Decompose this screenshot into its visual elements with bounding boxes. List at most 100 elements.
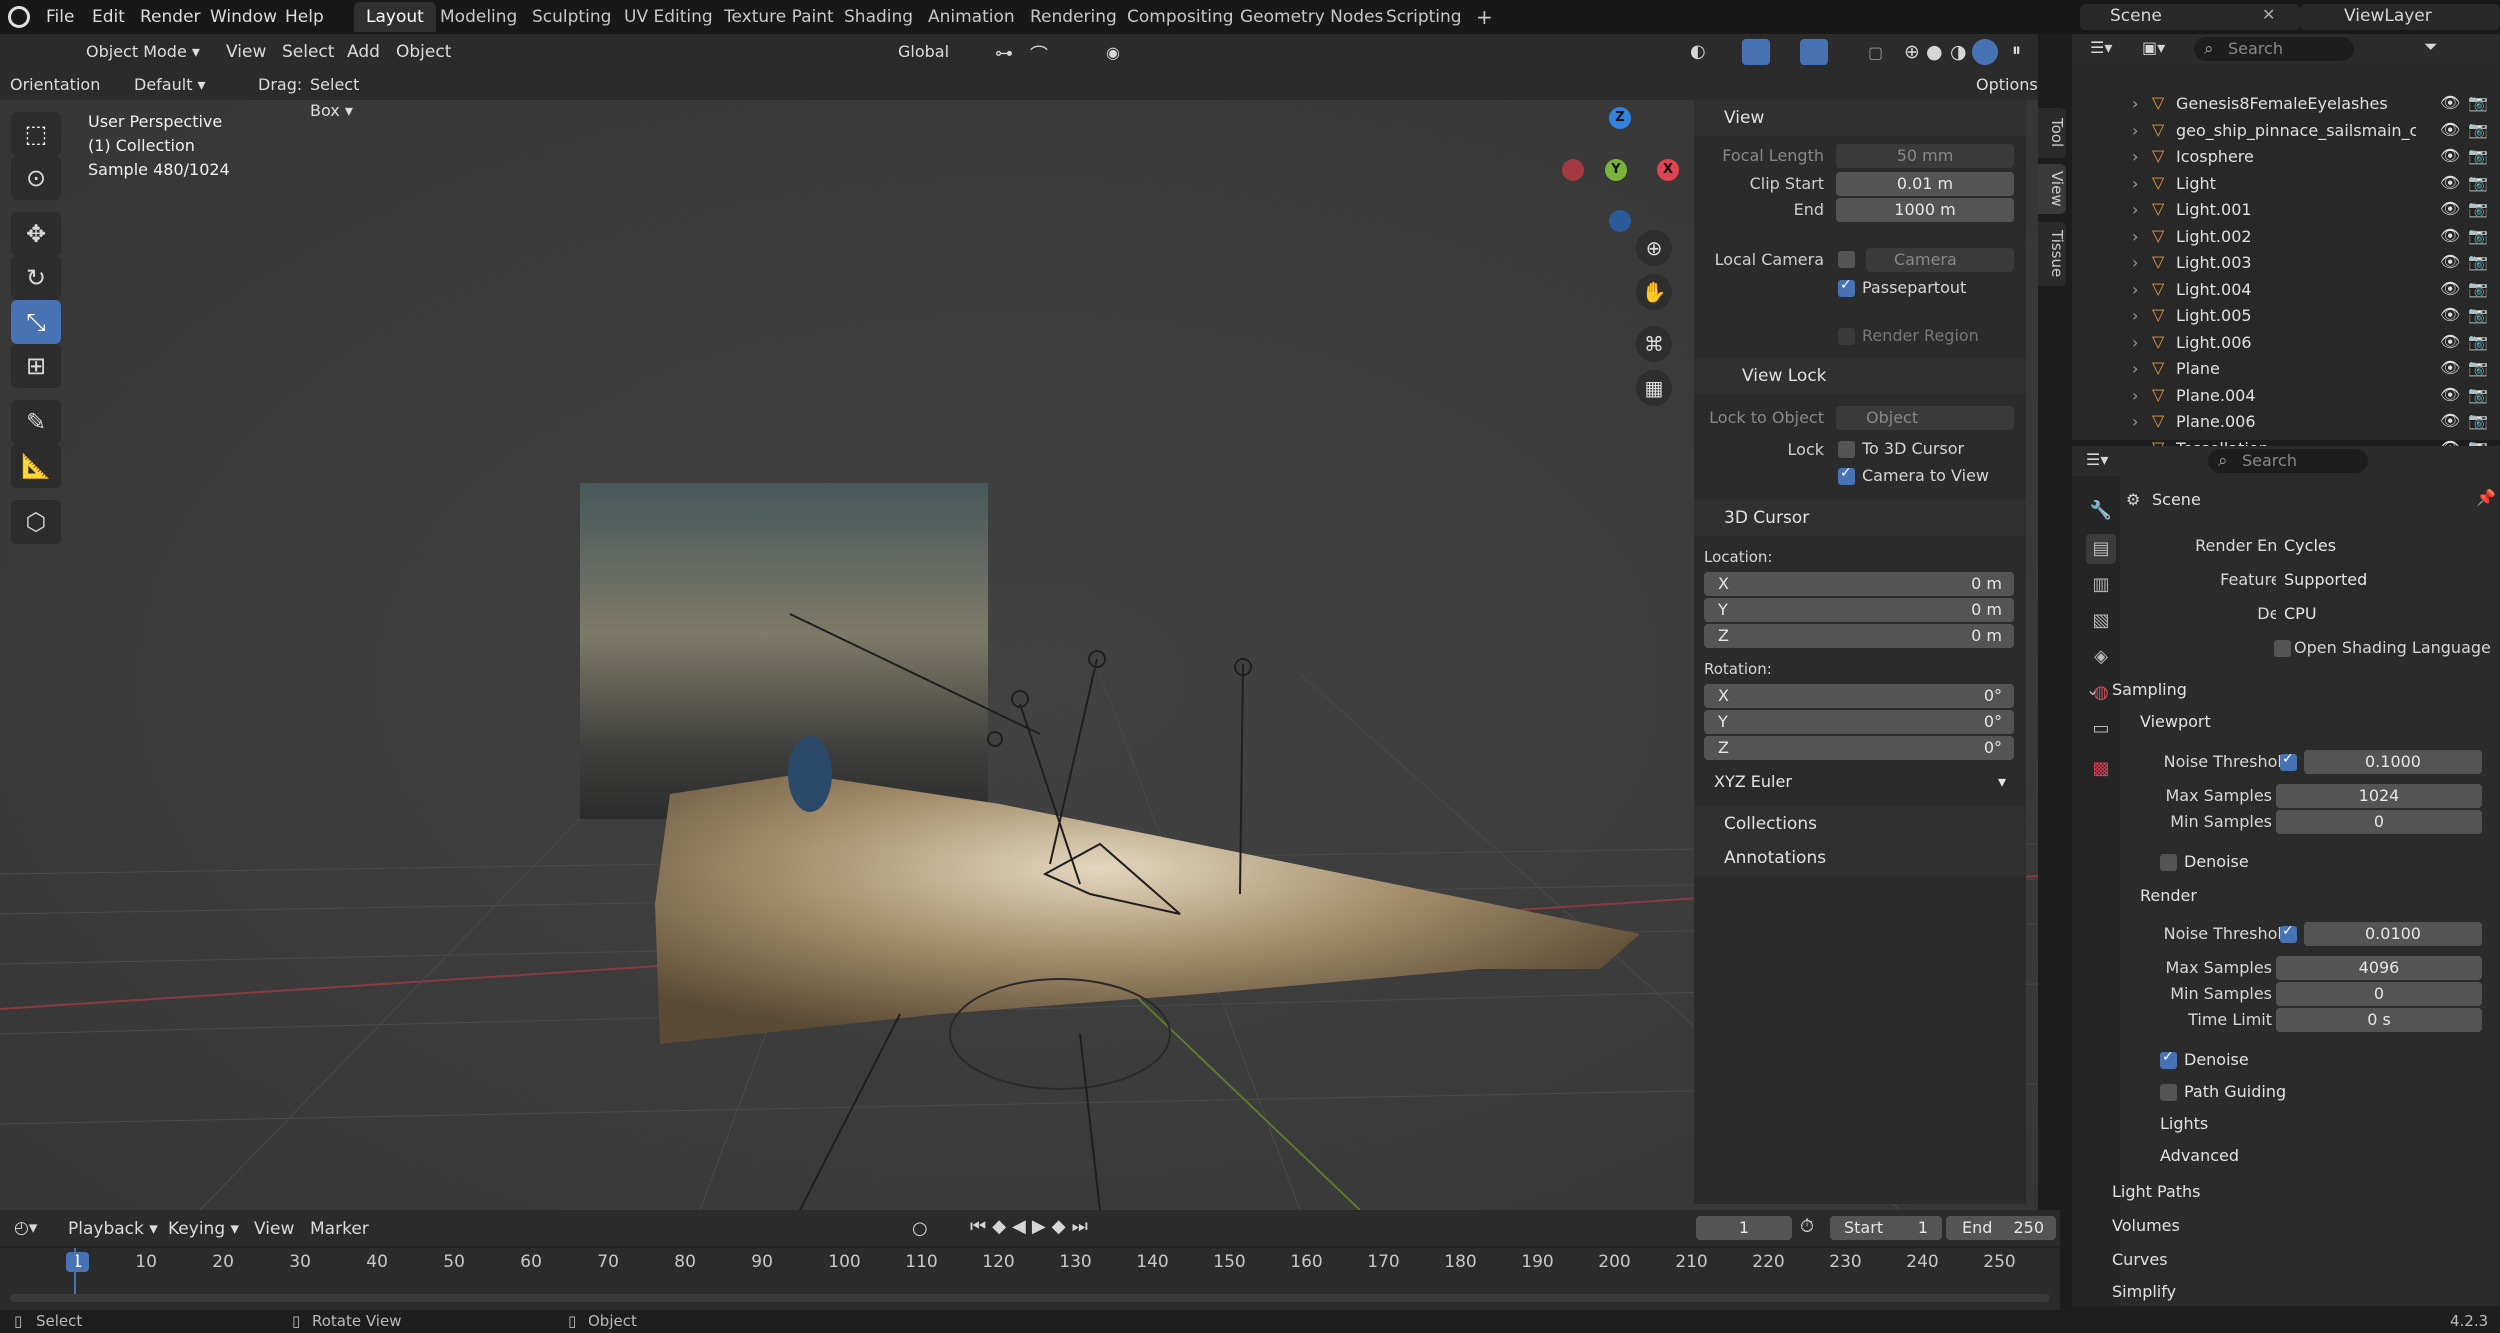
expand-arrow-icon[interactable]: › (2132, 412, 2138, 431)
menu-edit[interactable]: Edit (92, 3, 125, 31)
camera-render-icon[interactable]: 📷 (2468, 93, 2488, 112)
render-engine-dropdown[interactable]: Cycles (2276, 534, 2490, 558)
clock-icon[interactable]: ⏱ (1800, 1216, 1814, 1237)
solid-shading-icon[interactable]: ● (1926, 41, 1943, 63)
outliner-row[interactable]: › ▽ Light.002 👁 📷 (2072, 225, 2500, 251)
record-icon[interactable]: ○ (912, 1218, 928, 1239)
outliner-row[interactable]: › ▽ Genesis8FemaleEyelashes 👁 📷 (2072, 92, 2500, 118)
camera-render-icon[interactable]: 📷 (2468, 252, 2488, 271)
expand-arrow-icon[interactable]: › (2132, 121, 2138, 140)
tab-uv-editing[interactable]: UV Editing (612, 2, 725, 32)
outliner-search-input[interactable]: ⌕ Search (2194, 37, 2354, 61)
vp-min-samples-field[interactable]: 0 (2276, 810, 2482, 834)
eye-icon[interactable]: 👁 (2440, 305, 2460, 324)
eye-icon[interactable]: 👁 (2440, 120, 2460, 139)
wireframe-shading-icon[interactable]: ⊕ (1904, 41, 1920, 63)
view-panel-header[interactable]: View (1694, 100, 2026, 136)
end-frame-field[interactable]: End 250 (1946, 1216, 2056, 1240)
outliner-row[interactable]: › ▽ Plane.004 👁 📷 (2072, 384, 2500, 410)
timeline-editor-icon[interactable]: ◴▾ (14, 1218, 37, 1238)
current-frame-field[interactable]: 1 (1696, 1216, 1792, 1240)
camera-to-view-checkbox[interactable] (1838, 465, 1855, 485)
scale-tool-icon[interactable]: ⤡ (11, 300, 61, 344)
camera-render-icon[interactable]: 📷 (2468, 332, 2488, 351)
tab-layout[interactable]: Layout (354, 2, 436, 32)
camera-render-icon[interactable]: 📷 (2468, 385, 2488, 404)
camera-render-icon[interactable]: 📷 (2468, 279, 2488, 298)
add-cube-tool-icon[interactable]: ⬡ (11, 500, 61, 544)
clip-end-field[interactable]: 1000 m (1836, 198, 2014, 222)
expand-arrow-icon[interactable]: › (2132, 94, 2138, 113)
camera-render-icon[interactable]: 📷 (2468, 199, 2488, 218)
r-max-samples-field[interactable]: 4096 (2276, 956, 2482, 980)
outliner-row[interactable]: › ▽ Plane 👁 📷 (2072, 357, 2500, 383)
blender-logo-icon[interactable] (8, 6, 30, 28)
eye-icon[interactable]: 👁 (2440, 252, 2460, 271)
proportional-edit-icon[interactable]: ◉ (1106, 43, 1120, 62)
tab-shading[interactable]: Shading (832, 2, 925, 32)
pin-icon[interactable]: 📌 (2476, 488, 2496, 507)
focal-length-field[interactable]: 50 mm (1836, 144, 2014, 168)
lock-to-object-field[interactable]: Object (1836, 406, 2014, 430)
tab-scripting[interactable]: Scripting (1374, 2, 1474, 32)
mode-selector[interactable]: Object Mode ▾ (60, 39, 208, 65)
3d-cursor-header[interactable]: 3D Cursor (1694, 500, 2026, 536)
close-icon[interactable]: ✕ (2262, 5, 2275, 24)
eye-icon[interactable]: 👁 (2440, 358, 2460, 377)
eye-icon[interactable]: 👁 (2440, 385, 2460, 404)
r-denoise-checkbox[interactable] (2160, 1049, 2177, 1069)
vp-denoise-checkbox[interactable] (2160, 854, 2177, 871)
tool-tab-icon[interactable]: 🔧 (2086, 496, 2116, 526)
render-subheader[interactable]: Render (2140, 886, 2197, 905)
scene-selector[interactable]: Scene ✕ (2080, 4, 2300, 30)
zoom-icon[interactable]: ⊕ (1636, 230, 1672, 266)
light-paths-header[interactable]: Light Paths (2112, 1182, 2201, 1201)
to-3d-cursor-checkbox[interactable] (1838, 441, 1855, 458)
collection-tab-icon[interactable]: ▭ (2086, 714, 2116, 744)
path-guiding-label[interactable]: Path Guiding (2184, 1082, 2286, 1101)
outliner-row[interactable]: › ▽ Icosphere 👁 📷 (2072, 145, 2500, 171)
osl-checkbox[interactable] (2274, 640, 2291, 657)
camera-render-icon[interactable]: 📷 (2468, 411, 2488, 430)
tab-modeling[interactable]: Modeling (428, 2, 529, 32)
scene-tab-icon[interactable]: ◈ (2086, 642, 2116, 672)
gizmo-toggle-icon[interactable] (1742, 39, 1770, 65)
transform-orientation[interactable]: Global ▾ (870, 39, 970, 87)
view-lock-header[interactable]: View Lock (1694, 358, 2026, 394)
r-noise-threshold-field[interactable]: 0.0100 (2304, 922, 2482, 946)
snap-icon[interactable]: ⌒ (1030, 41, 1048, 67)
gizmo-x-icon[interactable]: X (1657, 159, 1679, 181)
camera-render-icon[interactable]: 📷 (2468, 173, 2488, 192)
advanced-subheader[interactable]: Advanced (2160, 1146, 2239, 1165)
outliner-row[interactable]: › ▽ Light.006 👁 📷 (2072, 331, 2500, 357)
annotate-tool-icon[interactable]: ✎ (11, 400, 61, 444)
expand-arrow-icon[interactable]: › (2132, 306, 2138, 325)
drag-dropdown[interactable]: Select Box ▾ (302, 72, 402, 120)
pivot-icon[interactable]: ⊶ (995, 43, 1013, 64)
transform-tool-icon[interactable]: ⊞ (11, 344, 61, 388)
gizmo-neg-x-icon[interactable] (1562, 159, 1584, 181)
editor-type-icon[interactable]: ☰▾ (2090, 38, 2112, 57)
keying-menu[interactable]: Keying ▾ (168, 1216, 239, 1242)
start-frame-field[interactable]: Start 1 (1830, 1216, 1942, 1240)
cursor-rotation-x[interactable]: X 0° (1704, 684, 2014, 708)
outliner-row[interactable]: › ▽ Light.001 👁 📷 (2072, 198, 2500, 224)
outliner-row[interactable]: › ▽ Light.005 👁 📷 (2072, 304, 2500, 330)
curves-header[interactable]: Curves (2112, 1250, 2168, 1269)
expand-arrow-icon[interactable]: › (2132, 280, 2138, 299)
feature-set-dropdown[interactable]: Supported (2276, 568, 2490, 592)
editor-type-icon[interactable]: ☰▾ (2086, 450, 2108, 469)
local-camera-field[interactable]: Camera (1866, 248, 2014, 272)
vp-noise-threshold-field[interactable]: 0.1000 (2304, 750, 2482, 774)
path-guiding-checkbox[interactable] (2160, 1084, 2177, 1101)
cursor-location-x[interactable]: X 0 m (1704, 572, 2014, 596)
tab-tool[interactable]: Tool (2038, 108, 2066, 158)
vp-noise-threshold-checkbox[interactable] (2280, 751, 2297, 771)
eye-icon[interactable]: 👁 (2440, 332, 2460, 351)
annotations-header[interactable]: Annotations (1694, 840, 2026, 876)
menu-render[interactable]: Render (140, 3, 201, 31)
cursor-location-y[interactable]: Y 0 m (1704, 598, 2014, 622)
measure-tool-icon[interactable]: 📐 (11, 444, 61, 488)
gizmo-neg-z-icon[interactable] (1609, 210, 1631, 232)
camera-render-icon[interactable]: 📷 (2468, 146, 2488, 165)
